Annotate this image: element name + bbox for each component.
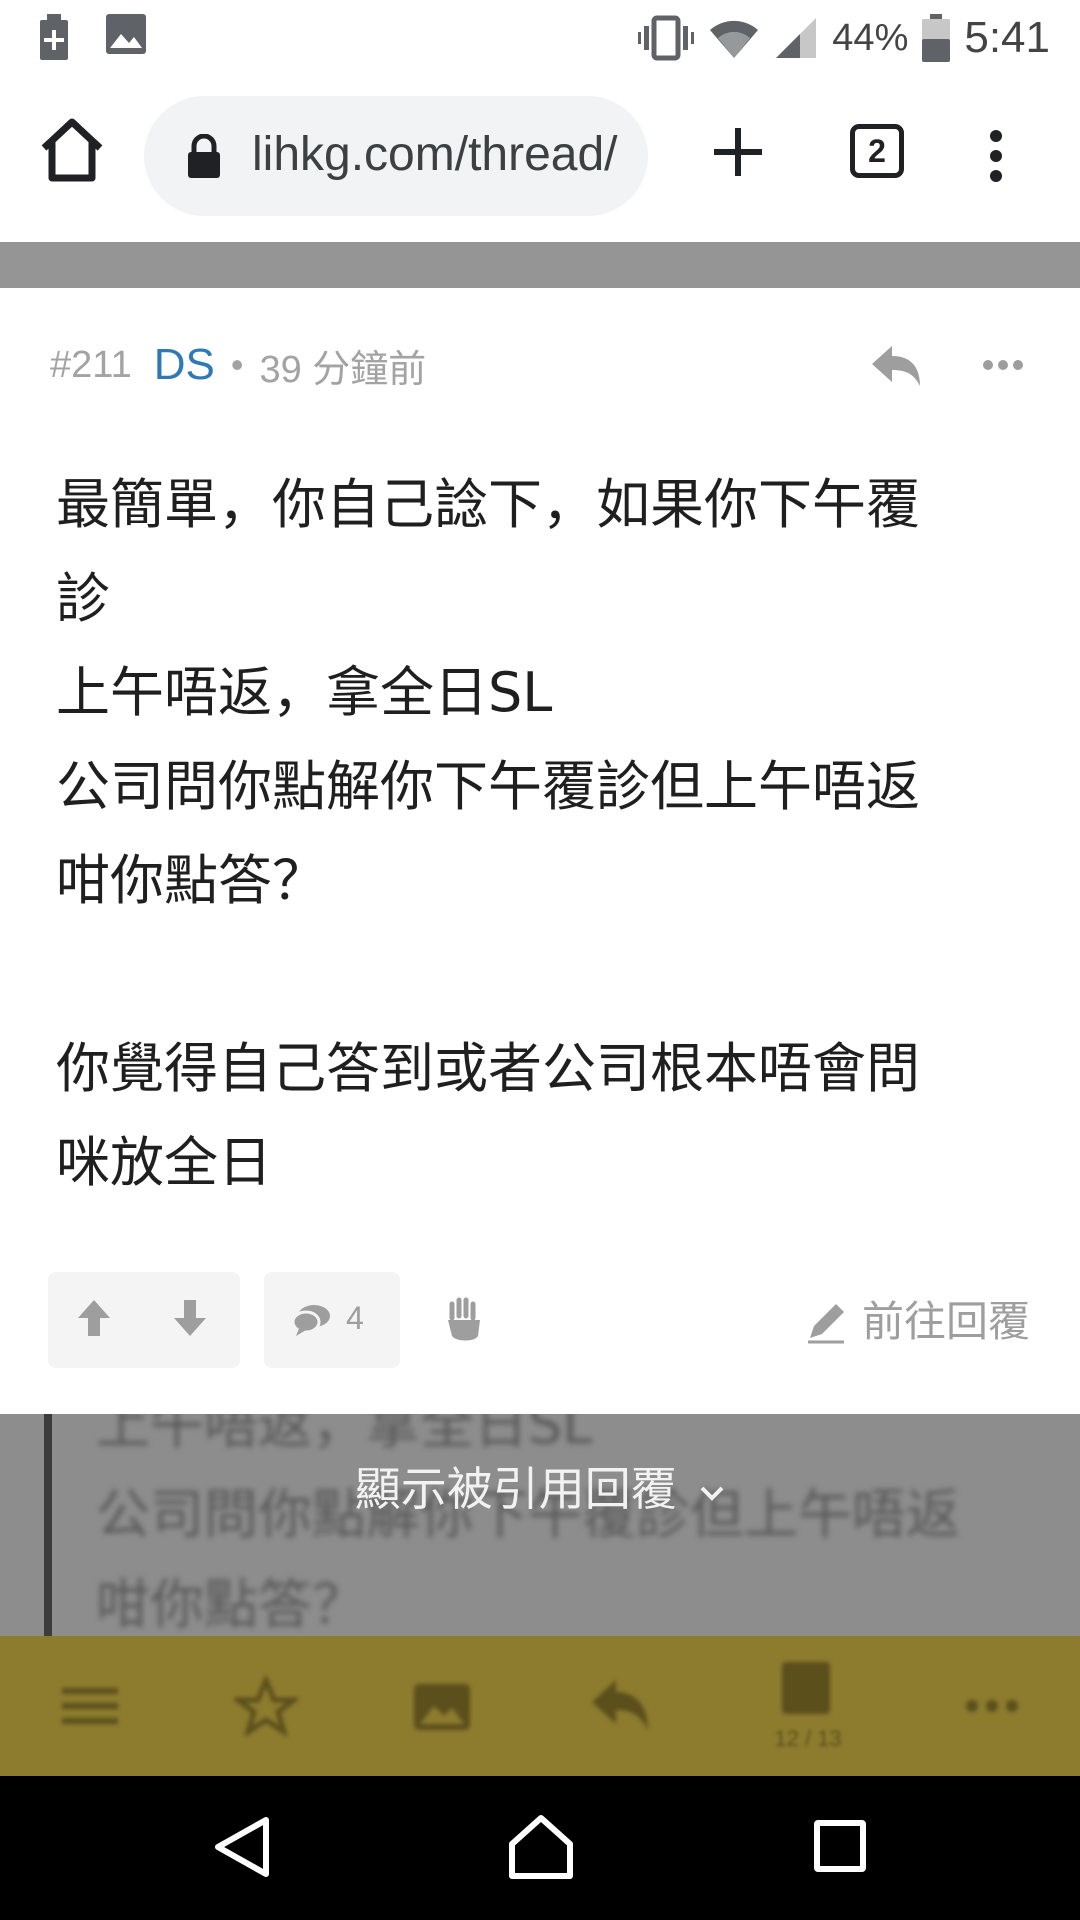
comments-button[interactable]: 4 [264, 1272, 400, 1368]
home-icon[interactable] [506, 1812, 576, 1882]
show-quoted-button[interactable]: 顯示被引用回覆 [0, 1458, 1080, 1520]
separator-dot: • [230, 344, 244, 385]
post-line: 你覺得自己答到或者公司根本唔會問 [56, 1037, 920, 1100]
reply-icon[interactable] [588, 1676, 652, 1736]
post-line: 咁你點答？ [56, 849, 326, 912]
page-indicator: 12 / 13 [774, 1726, 842, 1751]
post-number[interactable]: #211 [50, 344, 132, 387]
post-card: #211 DS • 39 分鐘前 最簡單，你自己諗下，如果你下午覆 診 上午唔返… [0, 288, 1080, 1414]
page-icon[interactable] [774, 1658, 838, 1718]
clock: 5:41 [964, 13, 1050, 62]
post-line: 公司問你點解你下午覆診但上午唔返 [56, 755, 920, 818]
comment-count: 4 [346, 1300, 364, 1336]
more-horiz-icon[interactable] [982, 358, 1024, 372]
battery-saver-icon [40, 14, 68, 60]
back-icon[interactable] [212, 1814, 272, 1880]
url-bar[interactable]: lihkg.com/thread/ [144, 96, 648, 216]
post-line: 咪放全日 [56, 1131, 272, 1194]
thumb-down-arrow-icon[interactable] [172, 1298, 208, 1338]
screen: 44% 5:41 lihkg.com/thread/ 2 #211 DS • 3… [0, 0, 1080, 1920]
battery-percent: 44% [832, 16, 909, 59]
quote-bar [44, 1414, 52, 1636]
signal-icon [776, 18, 817, 58]
show-quoted-label: 顯示被引用回覆 [354, 1462, 677, 1516]
post-line: 上午唔返，拿全日SL [56, 661, 553, 724]
more-horiz-icon[interactable] [960, 1676, 1024, 1736]
vibrate-icon [638, 15, 695, 61]
page-backdrop [0, 242, 1080, 288]
home-icon[interactable] [36, 114, 108, 186]
thumb-up-arrow-icon[interactable] [76, 1298, 112, 1338]
thread-bottom-bar: 12 / 13 [0, 1636, 1080, 1776]
image-icon [106, 14, 146, 54]
post-line-blank [56, 928, 1016, 1022]
menu-icon[interactable] [58, 1676, 122, 1736]
lock-icon [188, 134, 220, 178]
vote-box [48, 1272, 240, 1368]
comment-icon [292, 1305, 330, 1336]
recents-icon[interactable] [814, 1820, 866, 1872]
status-bar: 44% 5:41 [0, 0, 1080, 74]
more-vert-icon[interactable] [980, 128, 1012, 184]
reply-icon[interactable] [870, 344, 922, 388]
post-line: 最簡單，你自己諗下，如果你下午覆 [56, 473, 920, 536]
quoted-reply-preview[interactable]: 上午唔返，拿全日SL 公司問你點解你下午覆診但上午唔返 咁你點答？ 顯示被引用回… [0, 1414, 1080, 1636]
pen-icon [807, 1304, 844, 1344]
post-line: 診 [56, 567, 110, 630]
chevron-down-icon [700, 1486, 724, 1501]
post-header: #211 DS • 39 分鐘前 [50, 340, 427, 391]
android-nav-bar [0, 1776, 1080, 1920]
wifi-icon [710, 20, 759, 58]
url-text: lihkg.com/thread/ [252, 128, 618, 181]
tab-switcher-icon[interactable]: 2 [850, 124, 904, 178]
goto-reply-button[interactable]: 前往回覆 [804, 1296, 1030, 1348]
hand-icon[interactable] [442, 1296, 486, 1344]
star-icon[interactable] [234, 1676, 298, 1736]
image-icon[interactable] [410, 1676, 474, 1736]
post-time: 39 分鐘前 [259, 348, 427, 391]
post-body: 最簡單，你自己諗下，如果你下午覆 診 上午唔返，拿全日SL 公司問你點解你下午覆… [56, 458, 1016, 1210]
goto-reply-label: 前往回覆 [861, 1297, 1030, 1346]
quoted-line: 咁你點答？ [96, 1573, 366, 1636]
plus-icon[interactable] [710, 124, 766, 180]
post-username[interactable]: DS [154, 340, 215, 390]
browser-toolbar: lihkg.com/thread/ 2 [0, 74, 1080, 242]
battery-icon [922, 14, 951, 62]
